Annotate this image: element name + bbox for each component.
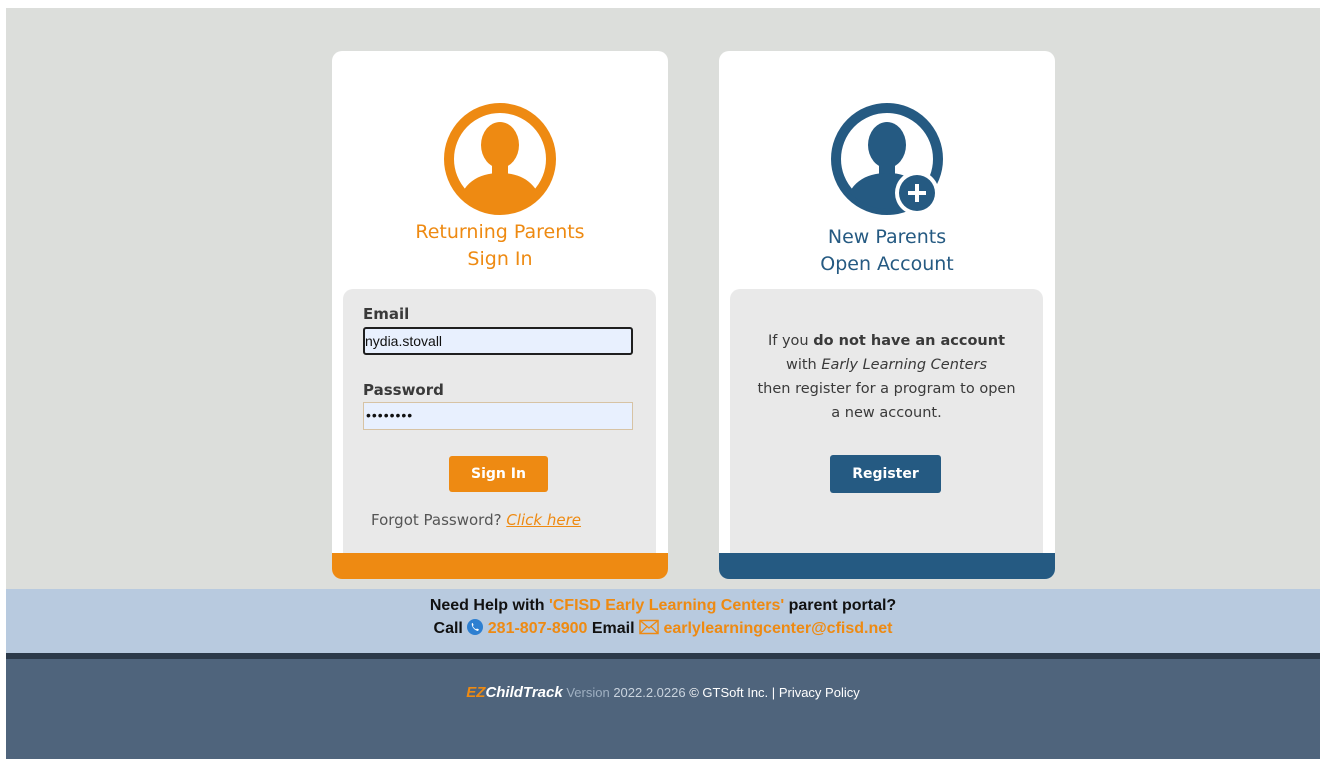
help-bar: Need Help with 'CFISD Early Learning Cen… xyxy=(6,589,1320,653)
register-panel: If you do not have an account with Early… xyxy=(730,289,1043,553)
new-parents-card: New Parents Open Account If you do not h… xyxy=(719,51,1055,579)
new-parents-title: New Parents Open Account xyxy=(820,226,954,275)
register-button[interactable]: Register xyxy=(830,455,941,493)
returning-parent-avatar-icon xyxy=(444,103,556,215)
new-account-info: If you do not have an account with Early… xyxy=(757,333,1016,421)
new-card-footer-bar xyxy=(719,553,1055,579)
new-parent-avatar-icon xyxy=(831,103,943,215)
email-field[interactable]: nydia.stovall xyxy=(363,327,633,355)
returning-parents-title: Returning Parents Sign In xyxy=(415,221,585,270)
returning-parents-card: Returning Parents Sign In Email nydia.st… xyxy=(332,51,668,579)
forgot-password-text: Forgot Password? Click here xyxy=(371,511,581,529)
phone-number[interactable]: 281-807-8900 xyxy=(488,620,588,637)
password-field[interactable]: •••••••• xyxy=(363,402,633,430)
privacy-policy-link[interactable]: Privacy Policy xyxy=(779,685,860,700)
page-footer: EZChildTrack Version 2022.2.0226 © GTSof… xyxy=(6,659,1320,759)
contact-line: Call 281-807-8900 Email earlylearningcen… xyxy=(433,619,893,637)
password-label: Password xyxy=(363,381,444,399)
sign-in-button[interactable]: Sign In xyxy=(449,456,548,492)
mail-icon xyxy=(639,619,659,635)
email-label: Email xyxy=(363,305,410,323)
ezchildtrack-logo: EZChildTrack xyxy=(466,684,563,701)
email-link[interactable]: earlylearningcenter@cfisd.net xyxy=(663,620,892,637)
page-background: Returning Parents Sign In Email nydia.st… xyxy=(6,8,1320,759)
help-line: Need Help with 'CFISD Early Learning Cen… xyxy=(429,597,897,614)
phone-icon xyxy=(467,619,484,635)
forgot-password-link[interactable]: Click here xyxy=(506,511,581,529)
signin-panel: Email nydia.stovall Password •••••••• Si… xyxy=(343,289,656,553)
returning-card-footer-bar xyxy=(332,553,668,579)
plus-icon xyxy=(895,171,939,215)
